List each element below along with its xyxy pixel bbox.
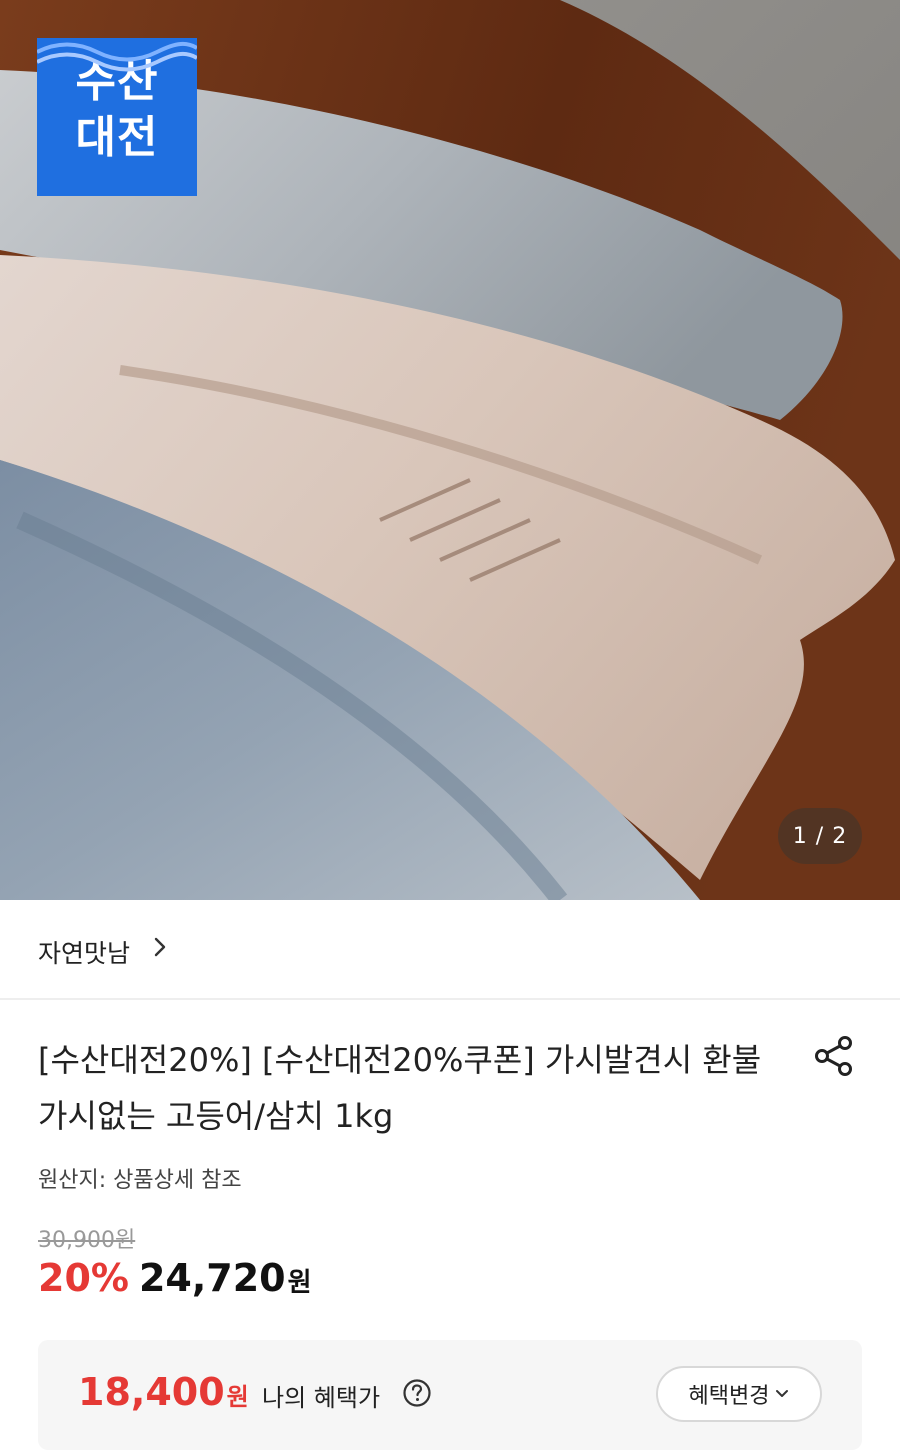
fisheries-festival-badge: 수산 대전 — [37, 38, 197, 196]
benefit-currency: 원 — [226, 1383, 249, 1411]
discount-rate: 20% — [38, 1256, 129, 1300]
wave-icon — [37, 41, 197, 72]
product-image[interactable]: 수산 대전 1 / 2 — [0, 0, 900, 900]
original-price: 30,900원 — [38, 1228, 136, 1253]
image-counter: 1 / 2 — [778, 808, 862, 864]
chevron-right-icon — [154, 937, 166, 957]
product-origin: 원산지: 상품상세 참조 — [38, 1168, 242, 1193]
change-benefit-button[interactable]: 혜택변경 — [656, 1366, 822, 1422]
currency-unit: 원 — [287, 1268, 312, 1298]
benefit-price: 18,400 원 — [78, 1370, 249, 1414]
product-title: [수산대전20%] [수산대전20%쿠폰] 가시발견시 환불 가시없는 고등어/… — [38, 1041, 762, 1135]
price-row: 20% 24,720 원 — [38, 1256, 312, 1306]
change-benefit-label: 혜택변경 — [688, 1384, 770, 1409]
badge-line-2: 대전 — [75, 112, 159, 163]
store-link[interactable]: 자연맛남 — [0, 900, 900, 1000]
store-name: 자연맛남 — [38, 939, 131, 968]
benefit-price-value: 18,400 — [78, 1370, 225, 1414]
share-icon[interactable] — [812, 1034, 856, 1078]
sale-price: 24,720 — [138, 1256, 286, 1300]
chevron-down-icon — [776, 1390, 789, 1397]
question-circle-icon[interactable] — [402, 1378, 432, 1408]
benefit-label: 나의 혜택가 — [262, 1384, 381, 1412]
